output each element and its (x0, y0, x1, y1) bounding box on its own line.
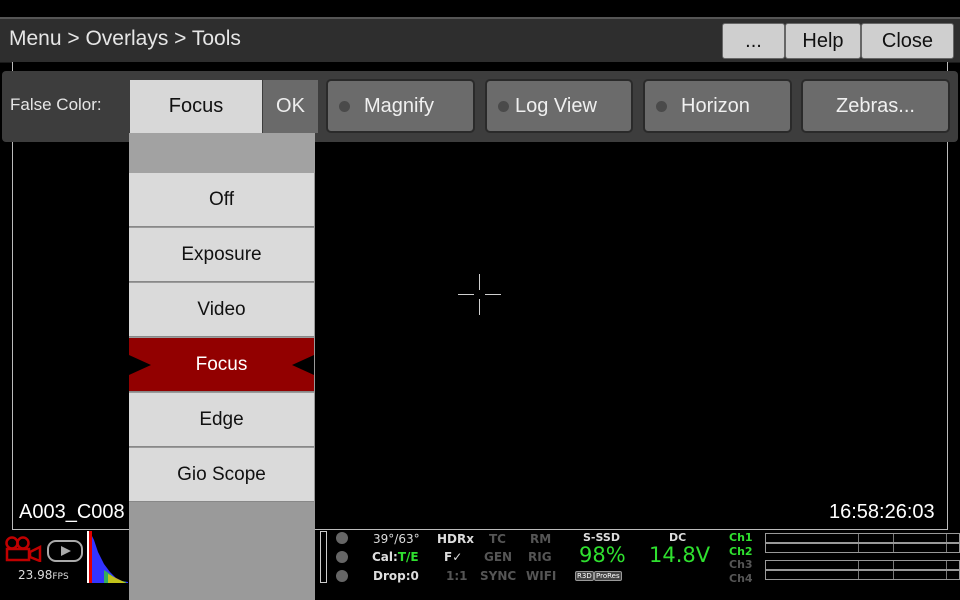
dropdown-option-off[interactable]: Off (129, 173, 314, 227)
tools-bar: False Color: Focus OK Magnify Log View H… (2, 71, 958, 142)
audio-meter-3 (765, 560, 960, 570)
top-bar: Menu > Overlays > Tools ... Help Close (0, 17, 960, 63)
more-button[interactable]: ... (722, 23, 785, 59)
selection-left-arrow-icon (129, 355, 151, 375)
false-color-label: False Color: (10, 95, 102, 114)
prores-badge: ProRes (594, 571, 622, 581)
timecode: 16:58:26:03 (829, 501, 935, 523)
dropdown-option-exposure[interactable]: Exposure (129, 228, 314, 282)
dropdown-option-gio-scope[interactable]: Gio Scope (129, 448, 314, 502)
log-view-button[interactable]: Log View (485, 79, 633, 133)
wifi-status: WIFI (526, 569, 557, 583)
r3d-badge: R3D (575, 571, 594, 581)
dropdown-option-video[interactable]: Video (129, 283, 314, 337)
level-bar (320, 531, 327, 583)
hdrx-value: F✓ (444, 550, 463, 564)
dropdown-option-edge[interactable]: Edge (129, 393, 314, 447)
aspect-ratio: 1:1 (446, 569, 468, 583)
false-color-dropdown: Off Exposure Video Focus Edge Gio Scope (129, 133, 315, 600)
horizon-button[interactable]: Horizon (643, 79, 792, 133)
zebras-button[interactable]: Zebras... (801, 79, 950, 133)
false-color-ok-button[interactable]: OK (263, 80, 318, 133)
sync-status: SYNC (480, 569, 517, 583)
status-led-icon (336, 532, 348, 544)
fps-value: 23.98 (18, 568, 53, 582)
rig-status: RIG (528, 550, 552, 564)
audio-meter-4 (765, 570, 960, 580)
dropdown-option-focus[interactable]: Focus (129, 338, 314, 392)
channel-3: Ch3 (729, 558, 753, 571)
cal-value: T/E (397, 550, 419, 564)
sensor-temp: 39°/63° (373, 532, 420, 546)
zebras-label: Zebras... (836, 94, 915, 117)
magnify-label: Magnify (364, 94, 435, 117)
calibration-status: Cal:T/E (372, 550, 419, 564)
channel-1: Ch1 (729, 531, 753, 544)
close-button[interactable]: Close (861, 23, 954, 59)
histogram (86, 530, 130, 584)
rm-status: RM (530, 532, 552, 546)
horizon-label: Horizon (681, 94, 750, 117)
channel-2: Ch2 (729, 545, 753, 558)
fps-readout: 23.98FPS (18, 568, 69, 582)
dropdown-header (129, 133, 315, 173)
gen-status: GEN (484, 550, 513, 564)
audio-meter-2 (765, 543, 960, 553)
log-view-status-led-icon (498, 100, 509, 112)
log-view-label: Log View (515, 94, 597, 117)
horizon-status-led-icon (656, 100, 667, 112)
tc-status: TC (489, 532, 506, 546)
breadcrumb: Menu > Overlays > Tools (9, 27, 241, 50)
hdrx-label: HDRx (437, 532, 474, 546)
record-camera-icon[interactable] (4, 534, 44, 562)
status-led-icon (336, 570, 348, 582)
help-button[interactable]: Help (785, 23, 861, 59)
dropped-frames: Drop:0 (373, 569, 419, 583)
false-color-select[interactable]: Focus (130, 80, 262, 133)
clip-name: A003_C008 (19, 501, 125, 523)
status-led-icon (336, 551, 348, 563)
magnify-status-led-icon (339, 100, 350, 112)
cal-label: Cal: (372, 550, 398, 564)
dropdown-option-focus-label: Focus (195, 353, 248, 375)
playback-icon[interactable] (47, 540, 83, 562)
fps-unit: FPS (52, 572, 69, 582)
power-voltage: 14.8V (649, 543, 711, 567)
audio-meter-1 (765, 533, 960, 543)
channel-4: Ch4 (729, 572, 753, 585)
magnify-button[interactable]: Magnify (326, 79, 475, 133)
media-remaining: 98% (579, 543, 626, 567)
selection-right-arrow-icon (292, 355, 314, 375)
